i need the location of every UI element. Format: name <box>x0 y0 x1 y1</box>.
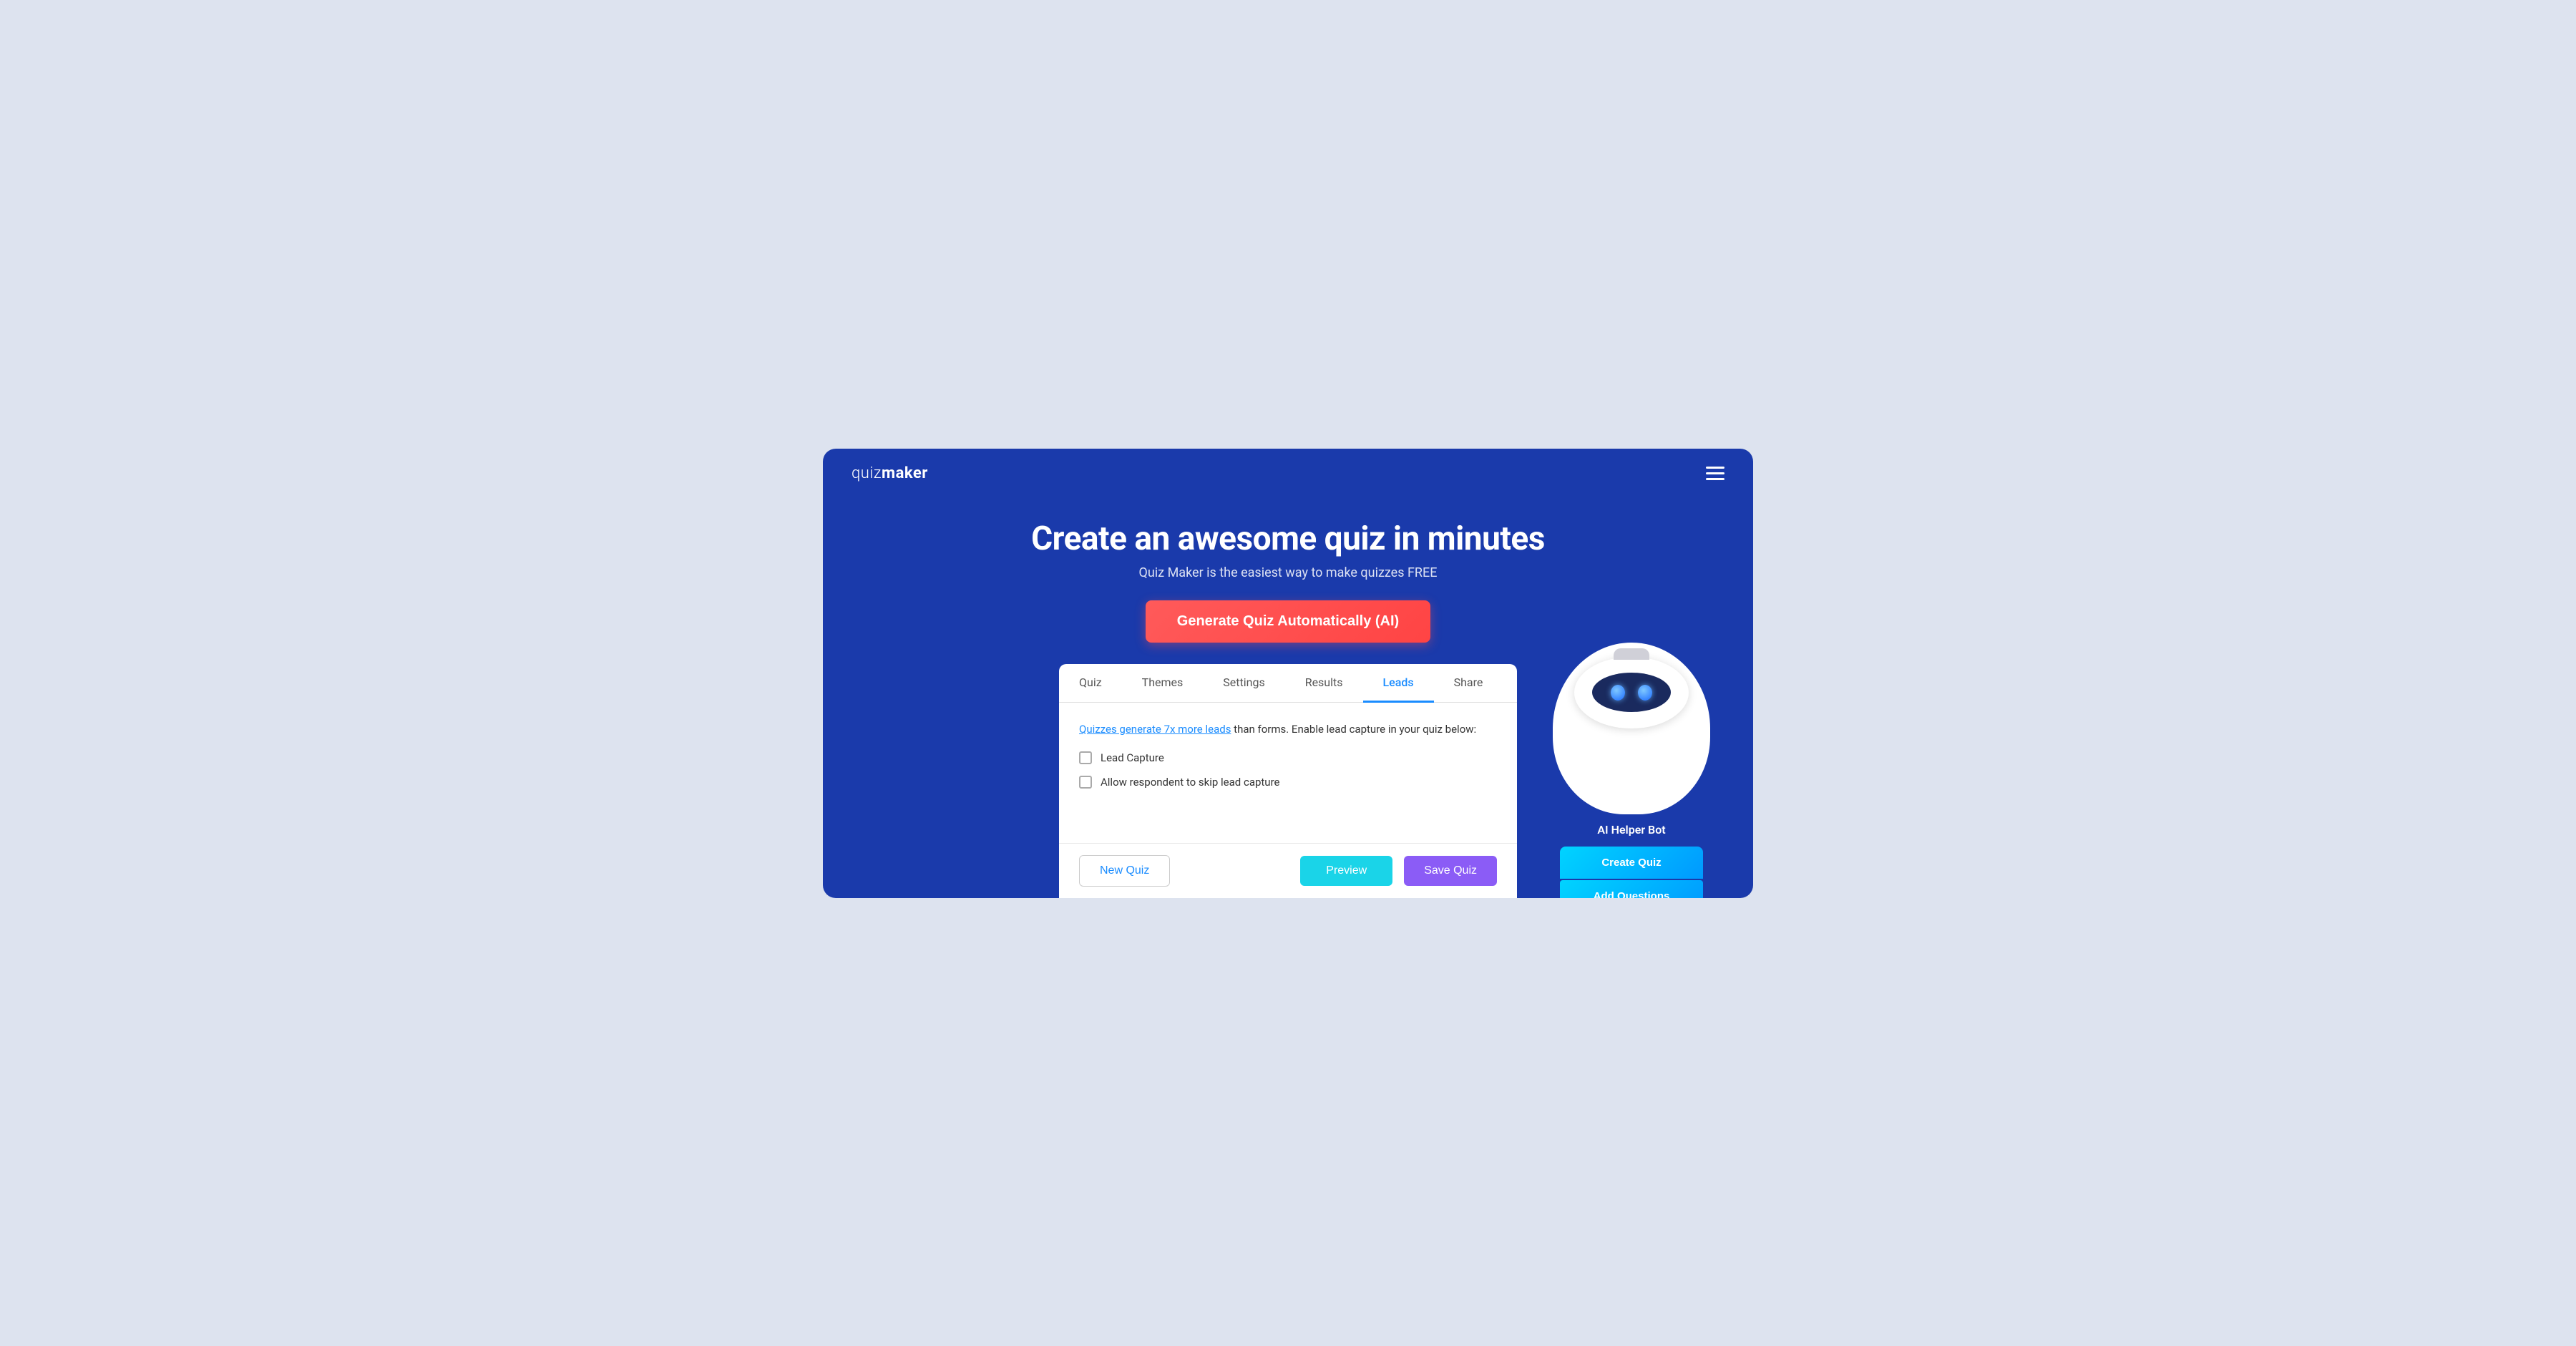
hero-section: Create an awesome quiz in minutes Quiz M… <box>823 498 1753 664</box>
logo: quizmaker <box>852 464 928 482</box>
bot-body <box>1553 643 1710 814</box>
hamburger-line-1 <box>1706 467 1724 469</box>
app-container: quizmaker Create an awesome quiz in minu… <box>823 449 1753 898</box>
logo-bold: maker <box>882 464 928 482</box>
hamburger-menu[interactable] <box>1706 467 1724 480</box>
generate-quiz-button[interactable]: Generate Quiz Automatically (AI) <box>1146 600 1430 643</box>
leads-content: Quizzes generate 7x more leads than form… <box>1059 703 1517 814</box>
bot-nub <box>1614 648 1649 660</box>
leads-description-rest: than forms. Enable lead capture in your … <box>1231 723 1476 736</box>
allow-skip-row: Allow respondent to skip lead capture <box>1079 776 1497 789</box>
tab-results[interactable]: Results <box>1285 664 1363 703</box>
bot-eye-left <box>1611 685 1625 701</box>
leads-highlight[interactable]: Quizzes generate 7x more leads <box>1079 723 1231 736</box>
tab-leads[interactable]: Leads <box>1363 664 1434 703</box>
ai-button-group: Create Quiz Add Questions Add Answers He… <box>1560 847 1703 898</box>
hamburger-line-3 <box>1706 478 1724 480</box>
tab-share[interactable]: Share <box>1434 664 1503 703</box>
new-quiz-button[interactable]: New Quiz <box>1079 855 1170 887</box>
hamburger-line-2 <box>1706 472 1724 474</box>
tab-themes[interactable]: Themes <box>1122 664 1204 703</box>
bottom-toolbar: New Quiz Preview Save Quiz <box>1059 843 1517 898</box>
bot-head <box>1574 657 1689 728</box>
quiz-panel: Quiz Themes Settings Results Leads Share… <box>1059 664 1517 898</box>
ai-bot-label: AI Helper Bot <box>1597 823 1665 837</box>
save-quiz-button[interactable]: Save Quiz <box>1404 856 1497 886</box>
bot-visor <box>1592 673 1671 712</box>
lead-capture-label[interactable]: Lead Capture <box>1101 751 1164 764</box>
tab-settings[interactable]: Settings <box>1203 664 1284 703</box>
bot-eye-right <box>1638 685 1652 701</box>
lead-capture-checkbox[interactable] <box>1079 751 1092 764</box>
allow-skip-label[interactable]: Allow respondent to skip lead capture <box>1101 776 1279 789</box>
lead-capture-row: Lead Capture <box>1079 751 1497 764</box>
hero-title: Create an awesome quiz in minutes <box>837 520 1739 558</box>
header: quizmaker <box>823 449 1753 498</box>
leads-description: Quizzes generate 7x more leads than form… <box>1079 723 1497 736</box>
hero-subtitle: Quiz Maker is the easiest way to make qu… <box>837 565 1739 580</box>
tab-quiz[interactable]: Quiz <box>1059 664 1122 703</box>
ai-create-quiz-button[interactable]: Create Quiz <box>1560 847 1703 879</box>
ai-add-questions-button[interactable]: Add Questions <box>1560 880 1703 898</box>
allow-skip-checkbox[interactable] <box>1079 776 1092 789</box>
ai-bot: AI Helper Bot Create Quiz Add Questions … <box>1553 643 1710 898</box>
preview-button[interactable]: Preview <box>1300 856 1392 886</box>
main-content: Quiz Themes Settings Results Leads Share… <box>823 664 1753 898</box>
tab-bar: Quiz Themes Settings Results Leads Share <box>1059 664 1517 703</box>
logo-regular: quiz <box>852 464 882 482</box>
